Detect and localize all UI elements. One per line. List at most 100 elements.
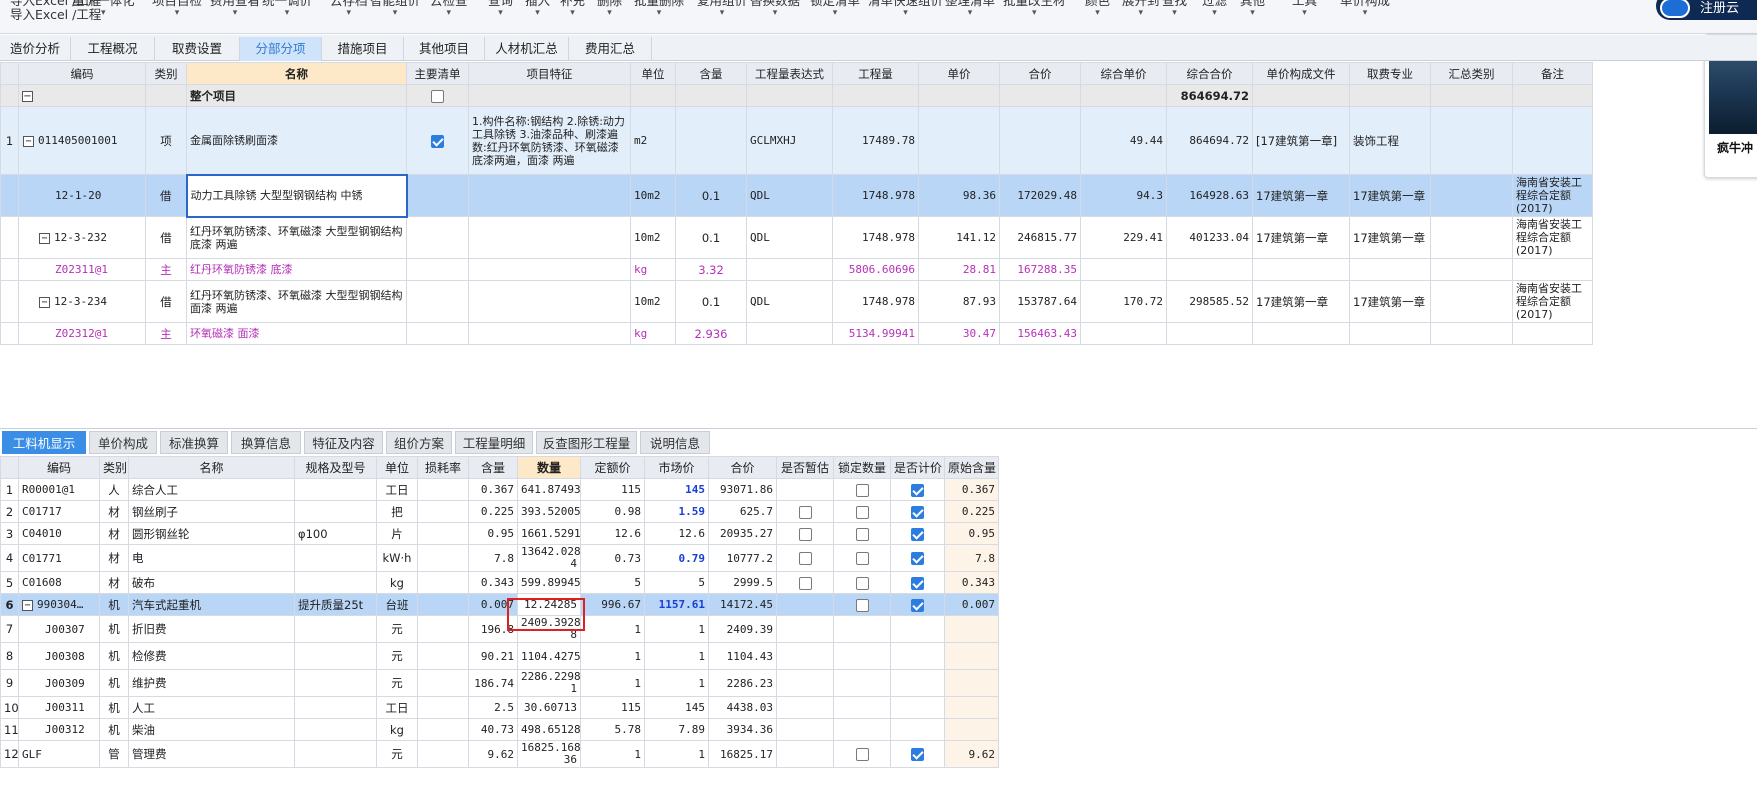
toolbar-item[interactable]: 整理清单 ▾ [945, 0, 995, 26]
resource-row[interactable]: 7 J00307 机折旧费元 196.8 2409.3928 8 1 1 2409.39 [0, 615, 999, 643]
column-header[interactable]: 编码 [18, 456, 100, 479]
item-unit-sum[interactable] [1166, 258, 1253, 281]
detail-tab-2[interactable]: 标准换算 [160, 431, 228, 454]
resource-type[interactable]: 机 [99, 696, 129, 719]
item-content[interactable] [675, 106, 747, 175]
item-code[interactable]: −12-3-234 [18, 280, 146, 323]
toolbar-item[interactable]: 颜色 ▾ [1085, 0, 1110, 26]
resource-spec[interactable] [294, 478, 377, 501]
column-header[interactable]: 类别 [145, 62, 187, 85]
item-unit-price[interactable]: 49.44 [1080, 106, 1167, 175]
tab-3[interactable]: 分部分项 [240, 37, 322, 61]
item-expr[interactable]: QDL [746, 174, 833, 217]
item-sum[interactable]: 246815.77 [999, 216, 1081, 259]
column-header[interactable]: 单价构成文件 [1252, 62, 1350, 85]
resource-quota-price[interactable]: 5.78 [580, 718, 645, 741]
item-price[interactable]: 30.47 [918, 322, 1000, 345]
tab-7[interactable]: 费用汇总 [569, 37, 652, 61]
column-header[interactable]: 备注 [1512, 62, 1593, 85]
column-header[interactable]: 合价 [999, 62, 1081, 85]
column-header[interactable]: 规格及型号 [294, 456, 377, 479]
resource-qty[interactable]: 641.87493 [517, 478, 581, 501]
resource-unit[interactable]: 把 [376, 500, 418, 523]
resource-unit[interactable]: 元 [376, 669, 418, 697]
item-file[interactable]: [17建筑第一章] [1252, 106, 1350, 175]
resource-name[interactable]: 汽车式起重机 [128, 593, 295, 616]
toolbar-item[interactable]: 过滤 ▾ [1202, 0, 1227, 26]
item-name[interactable]: 动力工具除锈 大型型钢钢结构 中锈 [185, 173, 408, 218]
estimate-checkbox-cell[interactable] [776, 593, 834, 616]
item-major[interactable]: 17建筑第一章 [1349, 174, 1431, 217]
item-file[interactable]: 17建筑第一章 [1252, 280, 1350, 323]
resource-qty[interactable]: 12.24285 [517, 593, 581, 616]
estimate-checkbox-cell[interactable] [776, 544, 834, 572]
resource-name[interactable]: 折旧费 [128, 615, 295, 643]
item-unit-price[interactable] [1080, 258, 1167, 281]
item-category[interactable] [1430, 258, 1513, 281]
resource-orig-content[interactable] [944, 642, 999, 670]
collapse-icon[interactable]: − [23, 135, 34, 147]
column-header[interactable]: 原始含量 [944, 456, 999, 479]
resource-market-price[interactable]: 145 [644, 478, 709, 501]
item-major[interactable]: 17建筑第一章 [1349, 280, 1431, 323]
resource-content[interactable]: 186.74 [468, 669, 518, 697]
lock-qty-checkbox-cell[interactable] [833, 669, 891, 697]
column-header[interactable]: 工程量 [832, 62, 919, 85]
priced-checkbox[interactable] [911, 748, 924, 761]
priced-checkbox-cell[interactable] [890, 615, 945, 643]
item-row[interactable]: 1−011405001001 项金属面除锈刷面漆 1.构件名称:钢结构 2.除锈:动… [0, 106, 1593, 175]
item-category[interactable] [1430, 174, 1513, 217]
detail-tab-3[interactable]: 换算信息 [231, 431, 301, 454]
resource-row[interactable]: 2 C01717 材钢丝刷子把 0.225 393.52005 0.98 1.59 625.7… [0, 500, 999, 523]
resource-row[interactable]: 9 J00309 机维护费元 186.74 2286.2298 1 1 1 2286.23 [0, 669, 999, 697]
item-major[interactable] [1349, 258, 1431, 281]
resource-orig-content[interactable]: 9.62 [944, 740, 999, 768]
resource-loss[interactable] [417, 615, 469, 643]
item-feature[interactable]: 1.构件名称:钢结构 2.除锈:动力工具除锈 3.油漆品种、刷漆遍数:红丹环氧防… [468, 106, 631, 175]
resource-row[interactable]: 6−990304… 机汽车式起重机 提升质量25t 台班 0.007 12.24285 99… [0, 593, 999, 616]
item-feature[interactable] [468, 322, 631, 345]
main-list-checkbox[interactable] [431, 134, 444, 148]
resource-unit[interactable]: 工日 [376, 696, 418, 719]
item-price[interactable]: 87.93 [918, 280, 1000, 323]
resource-content[interactable]: 9.62 [468, 740, 518, 768]
resource-sum[interactable]: 1104.43 [708, 642, 777, 670]
column-header[interactable]: 含量 [468, 456, 518, 479]
collapse-icon[interactable]: − [22, 90, 33, 102]
item-unit-sum[interactable] [1166, 322, 1253, 345]
resource-name[interactable]: 电 [128, 544, 295, 572]
resource-spec[interactable] [294, 642, 377, 670]
priced-checkbox-cell[interactable] [890, 544, 945, 572]
resource-type[interactable]: 机 [99, 615, 129, 643]
lock-qty-checkbox-cell[interactable] [833, 571, 891, 594]
item-sum[interactable]: 153787.64 [999, 280, 1081, 323]
resource-content[interactable]: 2.5 [468, 696, 518, 719]
resource-orig-content[interactable]: 0.225 [944, 500, 999, 523]
resource-unit[interactable]: kg [376, 571, 418, 594]
lock-qty-checkbox[interactable] [855, 552, 869, 565]
tab-5[interactable]: 其他项目 [404, 37, 485, 61]
lock-qty-checkbox[interactable] [855, 483, 869, 497]
resource-row[interactable]: 1 R00001@1 人综合人工 工日 0.367 641.87493 115 145 9307… [0, 478, 999, 501]
item-expr[interactable]: GCLMXHJ [746, 106, 833, 175]
estimate-checkbox-cell[interactable] [776, 669, 834, 697]
column-header[interactable]: 合价 [708, 456, 777, 479]
estimate-checkbox[interactable] [798, 552, 812, 565]
item-feature[interactable] [468, 258, 631, 281]
estimate-checkbox[interactable] [798, 527, 812, 541]
resource-sum[interactable]: 2999.5 [708, 571, 777, 594]
resource-spec[interactable]: 提升质量25t [294, 593, 377, 616]
resource-quota-price[interactable]: 0.98 [580, 500, 645, 523]
resource-sum[interactable]: 2409.39 [708, 615, 777, 643]
lock-qty-checkbox-cell[interactable] [833, 642, 891, 670]
item-unit[interactable]: 10m2 [630, 280, 676, 323]
item-code[interactable]: Z02311@1 [18, 258, 146, 281]
item-content[interactable]: 0.1 [675, 216, 747, 259]
item-sum[interactable]: 167288.35 [999, 258, 1081, 281]
resource-qty[interactable]: 2409.3928 8 [517, 615, 581, 643]
resource-spec[interactable] [294, 544, 377, 572]
column-header[interactable]: 单价 [918, 62, 1000, 85]
resource-quota-price[interactable]: 996.67 [580, 593, 645, 616]
resource-spec[interactable] [294, 500, 377, 523]
lock-qty-checkbox[interactable] [855, 505, 869, 519]
